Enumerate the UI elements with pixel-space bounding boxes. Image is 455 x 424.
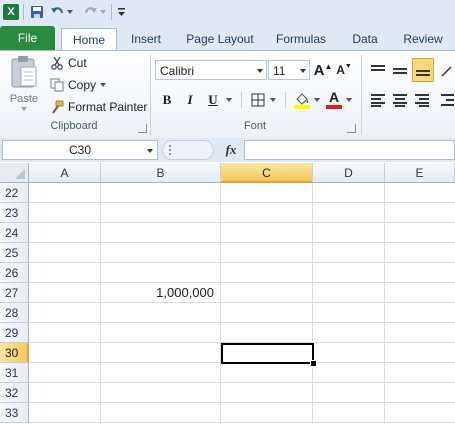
font-size-combo[interactable]: 11	[268, 60, 310, 80]
align-bottom-icon[interactable]	[412, 58, 434, 82]
tab-review[interactable]: Review	[396, 28, 450, 50]
clipboard-dialog-launcher-icon[interactable]	[138, 124, 147, 133]
paste-label: Paste	[9, 93, 39, 105]
copy-button[interactable]: Copy	[50, 76, 107, 94]
font-color-dropdown-icon[interactable]	[344, 90, 354, 110]
tab-data[interactable]: Data	[344, 28, 386, 50]
insert-function-button[interactable]: fx	[220, 140, 242, 160]
paintbrush-icon	[52, 100, 64, 114]
align-top-icon[interactable]	[368, 60, 388, 82]
fill-handle[interactable]	[310, 360, 317, 367]
align-middle-icon[interactable]	[390, 60, 410, 82]
align-center-icon[interactable]	[390, 90, 410, 110]
paste-button[interactable]: Paste	[6, 55, 42, 117]
align-right-icon[interactable]	[412, 90, 432, 110]
format-painter-label: Format Painter	[68, 100, 148, 114]
row-header-28[interactable]: 28	[0, 303, 29, 323]
italic-button[interactable]: I	[181, 90, 199, 110]
formula-input[interactable]	[244, 140, 455, 160]
font-dialog-launcher-icon[interactable]	[347, 124, 356, 133]
decrease-indent-icon[interactable]	[438, 90, 455, 110]
tab-file[interactable]: File	[0, 26, 55, 50]
orientation-icon[interactable]	[438, 60, 455, 82]
underline-button[interactable]: U	[204, 90, 222, 110]
cut-button[interactable]: Cut	[50, 54, 87, 72]
tab-formulas[interactable]: Formulas	[268, 28, 334, 50]
column-header-e[interactable]: E	[385, 163, 455, 183]
align-left-icon[interactable]	[368, 90, 388, 110]
quick-access-toolbar: X	[0, 0, 455, 24]
column-header-b[interactable]: B	[101, 163, 221, 183]
row-header-30[interactable]: 30	[0, 343, 29, 363]
borders-icon[interactable]	[248, 90, 268, 110]
column-header-a[interactable]: A	[29, 163, 101, 183]
cell-b27[interactable]: 1,000,000	[101, 283, 221, 303]
row-header-25[interactable]: 25	[0, 243, 29, 263]
font-name-dropdown-icon[interactable]	[257, 69, 263, 73]
fill-color-dropdown-icon[interactable]	[312, 90, 322, 110]
excel-icon[interactable]: X	[3, 3, 19, 20]
font-name-combo[interactable]: Calibri	[155, 60, 267, 80]
row-header-26[interactable]: 26	[0, 263, 29, 283]
column-header-d[interactable]: D	[313, 163, 385, 183]
scissors-icon	[51, 56, 63, 70]
paste-icon	[11, 56, 37, 88]
name-box-dropdown-icon[interactable]	[147, 149, 153, 153]
increase-font-size-icon[interactable]: A ▲	[314, 60, 333, 80]
row-header-22[interactable]: 22	[0, 183, 29, 203]
underline-dropdown-icon[interactable]	[224, 90, 234, 110]
bold-button[interactable]: B	[158, 90, 176, 110]
borders-dropdown-icon[interactable]	[268, 90, 278, 110]
formula-bar-splitter[interactable]	[162, 140, 214, 160]
redo-dropdown-icon[interactable]	[99, 3, 107, 20]
font-size-value: 11	[273, 64, 286, 78]
ribbon-tabs: File Home Insert Page Layout Formulas Da…	[0, 24, 455, 51]
customize-qat-icon[interactable]	[116, 3, 126, 20]
font-size-dropdown-icon[interactable]	[300, 69, 306, 73]
copy-label: Copy	[68, 78, 97, 92]
tab-insert[interactable]: Insert	[123, 28, 169, 50]
tab-page-layout[interactable]: Page Layout	[181, 28, 259, 50]
row-header-31[interactable]: 31	[0, 363, 29, 383]
redo-icon[interactable]	[82, 3, 98, 20]
format-painter-button[interactable]: Format Painter	[50, 98, 147, 116]
decrease-font-size-icon[interactable]: A ▼	[335, 60, 353, 80]
active-cell-c30[interactable]	[221, 343, 314, 364]
copy-dropdown-icon[interactable]	[100, 83, 107, 87]
tab-home[interactable]: Home	[61, 28, 117, 51]
clipboard-group-label: Clipboard	[50, 120, 98, 132]
select-all-button[interactable]	[0, 163, 29, 183]
font-color-icon[interactable]: A	[324, 89, 344, 111]
save-icon[interactable]	[29, 3, 45, 20]
copy-icon	[50, 78, 64, 92]
paste-dropdown-icon[interactable]	[21, 107, 27, 111]
name-box-value: C30	[68, 143, 91, 157]
row-header-32[interactable]: 32	[0, 383, 29, 403]
undo-dropdown-icon[interactable]	[66, 3, 74, 20]
cut-label: Cut	[68, 56, 87, 70]
row-header-33[interactable]: 33	[0, 403, 29, 423]
formula-bar: C30 fx	[0, 138, 455, 162]
fill-color-icon[interactable]	[292, 89, 312, 111]
font-name-value: Calibri	[160, 64, 195, 78]
worksheet-grid: A B C D E 22 23 24 25 26 27 28 29 30 31 …	[0, 163, 455, 424]
undo-icon[interactable]	[49, 3, 65, 20]
font-group-label: Font	[243, 120, 266, 132]
ribbon: Paste Cut Copy Format Painter Clipboard …	[0, 50, 455, 139]
row-header-27[interactable]: 27	[0, 283, 29, 303]
row-header-23[interactable]: 23	[0, 203, 29, 223]
row-header-24[interactable]: 24	[0, 223, 29, 243]
column-header-c[interactable]: C	[221, 163, 313, 183]
name-box[interactable]: C30	[2, 140, 158, 160]
row-header-29[interactable]: 29	[0, 323, 29, 343]
